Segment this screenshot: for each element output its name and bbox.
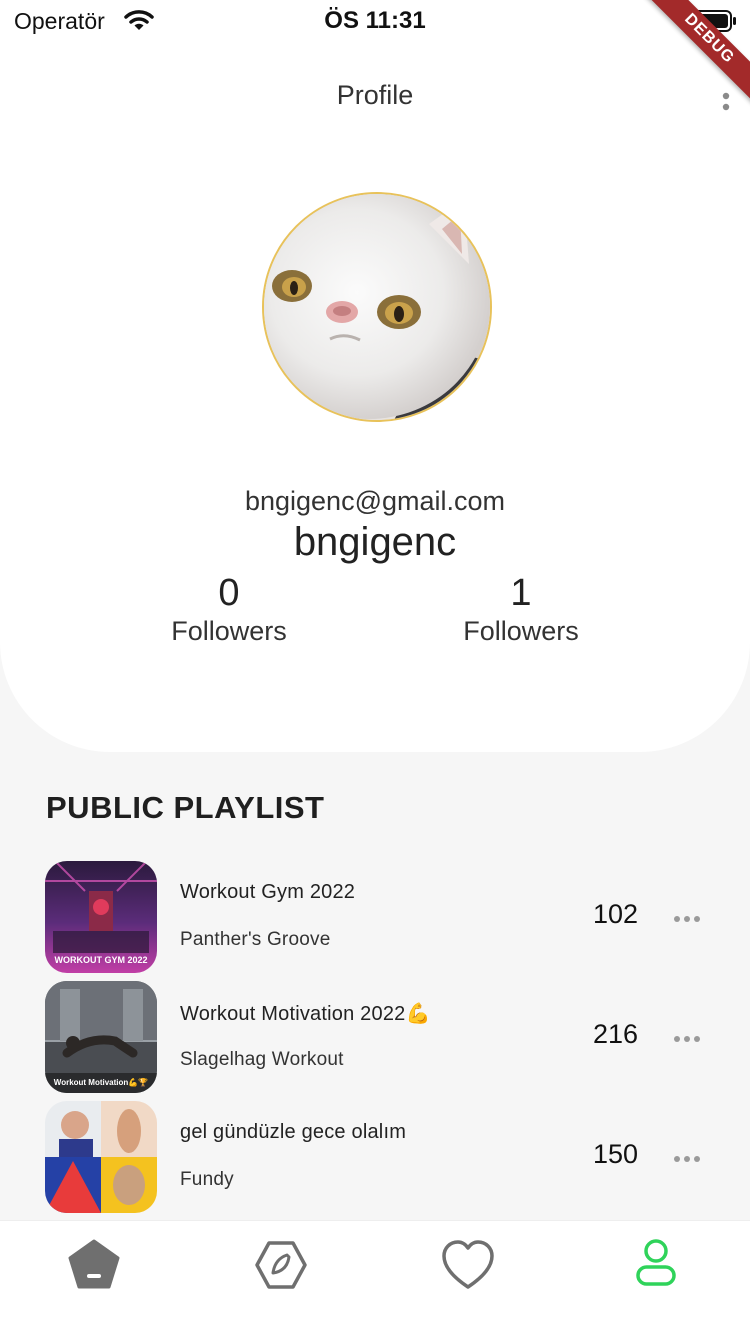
avatar[interactable] [262,192,492,422]
stat-label: Followers [171,616,287,646]
stat-label: Followers [463,616,579,646]
playlist-row[interactable]: WORKOUT GYM 2022 Workout Gym 2022 Panthe… [0,861,750,973]
stat-count: 1 [510,572,532,614]
home-icon[interactable] [64,1235,124,1295]
profile-icon[interactable] [626,1235,686,1295]
cat-photo [264,194,490,420]
playlist-thumbnail: WORKOUT GYM 2022 [45,861,157,973]
playlist-row[interactable]: gel gündüzle gece olalım Fundy 150 [0,1101,750,1213]
playlist-thumbnail [45,1101,157,1213]
playlist-count: 150 [592,1139,638,1169]
stat-following[interactable]: 1 Followers [421,572,621,648]
playlist-artist: Fundy [180,1169,234,1190]
stat-followers[interactable]: 0 Followers [129,572,329,648]
profile-email: bngigenc@gmail.com [244,486,506,516]
bottom-navigation [0,1221,750,1334]
playlist-count: 102 [592,899,638,929]
profile-username: bngigenc [293,520,457,564]
status-bar: Operatör ÖS 11:31 [0,0,750,44]
more-vertical-icon[interactable] [718,90,734,118]
more-horizontal-icon[interactable] [673,1151,701,1162]
playlist-row[interactable]: Workout Motivation💪🏆 Workout Motivation … [0,981,750,1093]
favorites-icon[interactable] [438,1235,498,1295]
playlist-thumbnail: Workout Motivation💪🏆 [45,981,157,1093]
stat-count: 0 [218,572,240,614]
discover-icon[interactable] [251,1235,311,1295]
thumbnail-caption: WORKOUT GYM 2022 [54,955,148,965]
playlist-artist: Slagelhag Workout [180,1049,344,1070]
status-time: ÖS 11:31 [324,7,426,34]
playlist-title: Workout Gym 2022 [180,881,356,903]
more-horizontal-icon[interactable] [673,1031,701,1042]
page-title: Profile [336,80,414,110]
playlist-section-title: PUBLIC PLAYLIST [46,790,325,825]
playlist-title: Workout Motivation 2022💪 [180,1003,431,1025]
playlist-artist: Panther's Groove [180,929,331,950]
profile-card: Profile bngigenc@gmail.com bngigenc 0 Fo… [0,0,750,752]
thumbnail-caption: Workout Motivation💪🏆 [53,1078,149,1087]
more-horizontal-icon[interactable] [673,911,701,922]
playlist-title: gel gündüzle gece olalım [180,1121,407,1143]
playlist-count: 216 [592,1019,638,1049]
